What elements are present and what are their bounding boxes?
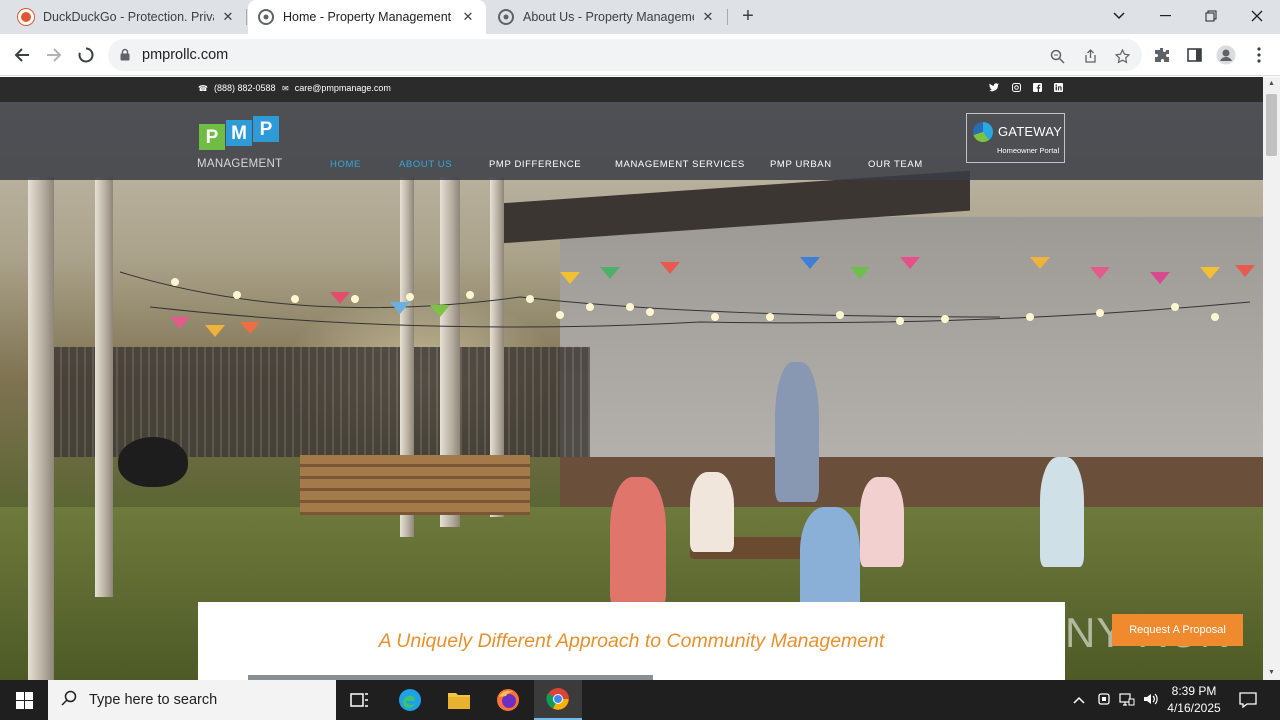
request-proposal-label: Request A Proposal — [1129, 624, 1226, 636]
scrollbar-thumb[interactable] — [1266, 94, 1277, 156]
scroll-up-icon[interactable]: ▲ — [1263, 77, 1280, 91]
phone-icon: ☎ — [198, 83, 208, 93]
site-header: P M P MANAGEMENT HOME ABOUT US PMP DIFFE… — [0, 102, 1263, 180]
zoom-icon[interactable] — [1048, 47, 1066, 65]
back-icon[interactable] — [10, 43, 34, 67]
tab-search-icon[interactable] — [1096, 0, 1142, 32]
side-panel-icon[interactable] — [1183, 44, 1205, 66]
intro-card: A Uniquely Different Approach to Communi… — [198, 602, 1065, 680]
top-contact-bar: ☎ (888) 882-0588 ✉ care@pmpmanage.com — [0, 77, 1263, 102]
tab-duckduckgo[interactable]: DuckDuckGo - Protection. Privacy. Peace … — [8, 0, 246, 34]
close-tab-icon[interactable]: ✕ — [220, 9, 236, 25]
close-tab-icon[interactable]: ✕ — [700, 9, 716, 25]
linkedin-icon[interactable] — [1052, 83, 1064, 95]
address-bar[interactable]: pmprollc.com — [108, 39, 1142, 71]
nav-pmp-difference[interactable]: PMP DIFFERENCE — [489, 159, 581, 170]
forward-icon[interactable] — [42, 43, 66, 67]
url-text: pmprollc.com — [142, 47, 229, 63]
tab-divider — [727, 9, 728, 25]
minimize-icon[interactable] — [1142, 0, 1188, 32]
facebook-icon[interactable] — [1031, 83, 1043, 95]
gateway-subtitle: Homeowner Portal — [997, 146, 1060, 155]
close-tab-icon[interactable]: ✕ — [460, 9, 476, 25]
browser-toolbar: pmprollc.com — [0, 34, 1280, 76]
windows-start-icon[interactable] — [0, 680, 48, 720]
pmp-logo[interactable]: P M P MANAGEMENT — [197, 110, 283, 172]
search-icon — [61, 690, 77, 711]
request-proposal-button[interactable]: Request A Proposal — [1112, 614, 1243, 646]
file-explorer-icon[interactable] — [435, 680, 483, 720]
mail-icon: ✉ — [282, 83, 289, 93]
task-view-icon[interactable] — [336, 680, 384, 720]
nav-pmp-urban[interactable]: PMP URBAN — [770, 159, 832, 170]
page-scrollbar[interactable]: ▲ ▼ — [1263, 77, 1280, 680]
chrome-icon[interactable] — [534, 680, 582, 720]
menu-kebab-icon[interactable] — [1248, 44, 1270, 66]
email-contact[interactable]: ✉ care@pmpmanage.com — [282, 83, 391, 93]
tab-home[interactable]: Home - Property Management Professionals… — [248, 0, 486, 34]
security-tray-icon[interactable] — [1096, 692, 1112, 708]
tab-title: DuckDuckGo - Protection. Privacy. Peace … — [43, 10, 214, 24]
new-tab-button[interactable]: + — [736, 5, 760, 29]
logo-wordmark: MANAGEMENT — [197, 158, 283, 170]
twitter-icon[interactable] — [988, 83, 1000, 95]
scroll-down-icon[interactable]: ▼ — [1263, 666, 1280, 680]
logo-letter: P — [253, 116, 279, 142]
clock-time: 8:39 PM — [1171, 684, 1217, 698]
share-icon[interactable] — [1081, 47, 1099, 65]
system-clock[interactable]: 8:39 PM 4/16/2025 — [1162, 683, 1226, 717]
restore-icon[interactable] — [1188, 0, 1234, 32]
nav-our-team[interactable]: OUR TEAM — [868, 159, 923, 170]
search-placeholder: Type here to search — [89, 692, 218, 708]
phone-contact[interactable]: ☎ (888) 882-0588 — [198, 83, 276, 93]
lock-icon[interactable] — [120, 48, 130, 66]
tab-about-us[interactable]: About Us - Property Management Professio… — [488, 0, 726, 34]
tagline-heading: A Uniquely Different Approach to Communi… — [378, 630, 885, 652]
close-window-icon[interactable] — [1234, 0, 1280, 32]
email-address: care@pmpmanage.com — [294, 83, 391, 93]
edge-icon[interactable] — [386, 680, 434, 720]
network-icon[interactable] — [1119, 692, 1135, 708]
windows-taskbar: Type here to search 8:39 PM 4/16/2025 — [0, 680, 1280, 720]
pmp-icon — [258, 9, 274, 25]
gateway-portal-button[interactable]: GATEWAY Homeowner Portal — [966, 113, 1065, 163]
phone-number: (888) 882-0588 — [213, 83, 276, 93]
firefox-icon[interactable] — [484, 680, 532, 720]
tab-title: About Us - Property Management Professio… — [523, 10, 694, 24]
profile-icon[interactable] — [1215, 44, 1237, 66]
logo-letter: M — [226, 120, 252, 146]
instagram-icon[interactable] — [1010, 83, 1022, 95]
volume-icon[interactable] — [1143, 692, 1159, 708]
taskbar-search-box[interactable]: Type here to search — [48, 680, 336, 720]
nav-management-services[interactable]: MANAGEMENT SERVICES — [615, 159, 745, 170]
clock-date: 4/16/2025 — [1167, 701, 1221, 715]
extensions-icon[interactable] — [1151, 44, 1173, 66]
logo-letter: P — [199, 124, 225, 150]
web-page: ☎ (888) 882-0588 ✉ care@pmpmanage.com P … — [0, 77, 1263, 680]
duckduckgo-icon — [18, 9, 34, 25]
show-hidden-icons-icon[interactable] — [1071, 692, 1087, 708]
tab-title: Home - Property Management Professionals — [283, 10, 454, 24]
tab-divider — [246, 9, 247, 25]
gateway-logo-icon — [973, 122, 993, 142]
notifications-icon[interactable] — [1239, 692, 1257, 709]
nav-home[interactable]: HOME — [330, 159, 361, 170]
pmp-icon — [498, 9, 514, 25]
browser-tab-strip: DuckDuckGo - Protection. Privacy. Peace … — [0, 0, 1280, 34]
stop-loading-icon[interactable] — [74, 43, 98, 67]
bookmark-star-icon[interactable] — [1113, 47, 1131, 65]
nav-about-us[interactable]: ABOUT US — [399, 159, 452, 170]
gateway-title: GATEWAY — [998, 124, 1062, 139]
